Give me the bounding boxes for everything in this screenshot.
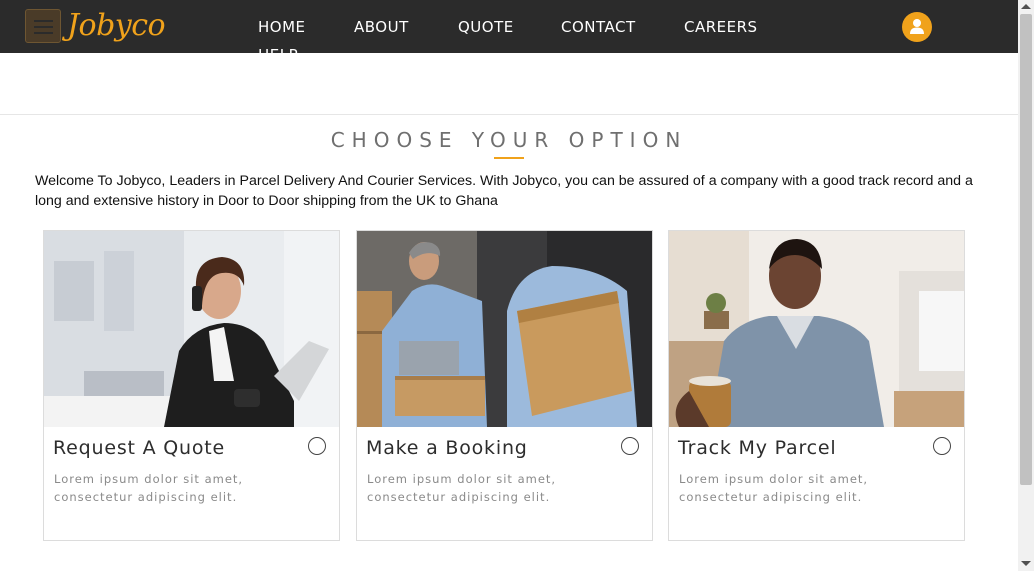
scroll-down-arrow-icon[interactable] [1021, 561, 1031, 566]
card-description: Lorem ipsum dolor sit amet, consectetur … [54, 472, 244, 504]
top-navbar: Jobyco HOME ABOUT QUOTE CONTACT CAREERS … [0, 0, 1018, 53]
header-divider [0, 114, 1018, 115]
brand-logo[interactable]: Jobyco [67, 8, 166, 44]
card-image-woman-on-phone [44, 231, 339, 427]
card-image-warehouse-boxes [357, 231, 652, 427]
intro-text: Welcome To Jobyco, Leaders in Parcel Del… [35, 173, 973, 209]
card-radio[interactable] [933, 437, 951, 455]
nav-item-careers[interactable]: CAREERS [684, 18, 758, 36]
card-radio[interactable] [621, 437, 639, 455]
title-underline [494, 157, 524, 159]
nav-item-contact[interactable]: CONTACT [561, 18, 636, 36]
nav-item-about[interactable]: ABOUT [354, 18, 409, 36]
card-title: Make a Booking [366, 437, 528, 459]
card-description: Lorem ipsum dolor sit amet, consectetur … [367, 472, 557, 504]
option-card-track-parcel[interactable]: Track My Parcel Lorem ipsum dolor sit am… [668, 230, 965, 541]
card-description: Lorem ipsum dolor sit amet, consectetur … [679, 472, 869, 504]
card-image-man-with-coffee [669, 231, 964, 427]
card-title: Request A Quote [53, 437, 226, 459]
nav-item-home[interactable]: HOME [258, 18, 306, 36]
section-title: CHOOSE YOUR OPTION [330, 128, 688, 152]
card-radio[interactable] [308, 437, 326, 455]
user-icon [910, 19, 924, 34]
nav-item-help[interactable]: HELP [258, 46, 298, 53]
hamburger-icon-bar [34, 26, 53, 28]
hamburger-icon-bar [34, 20, 53, 22]
hamburger-menu-button[interactable] [25, 9, 61, 43]
user-account-button[interactable] [902, 12, 932, 42]
scrollbar-thumb[interactable] [1020, 14, 1032, 485]
option-card-make-booking[interactable]: Make a Booking Lorem ipsum dolor sit ame… [356, 230, 653, 541]
hamburger-icon-bar [34, 32, 53, 34]
nav-item-quote[interactable]: QUOTE [458, 18, 514, 36]
card-title: Track My Parcel [678, 437, 837, 459]
scroll-up-arrow-icon[interactable] [1021, 4, 1031, 9]
option-card-request-quote[interactable]: Request A Quote Lorem ipsum dolor sit am… [43, 230, 340, 541]
